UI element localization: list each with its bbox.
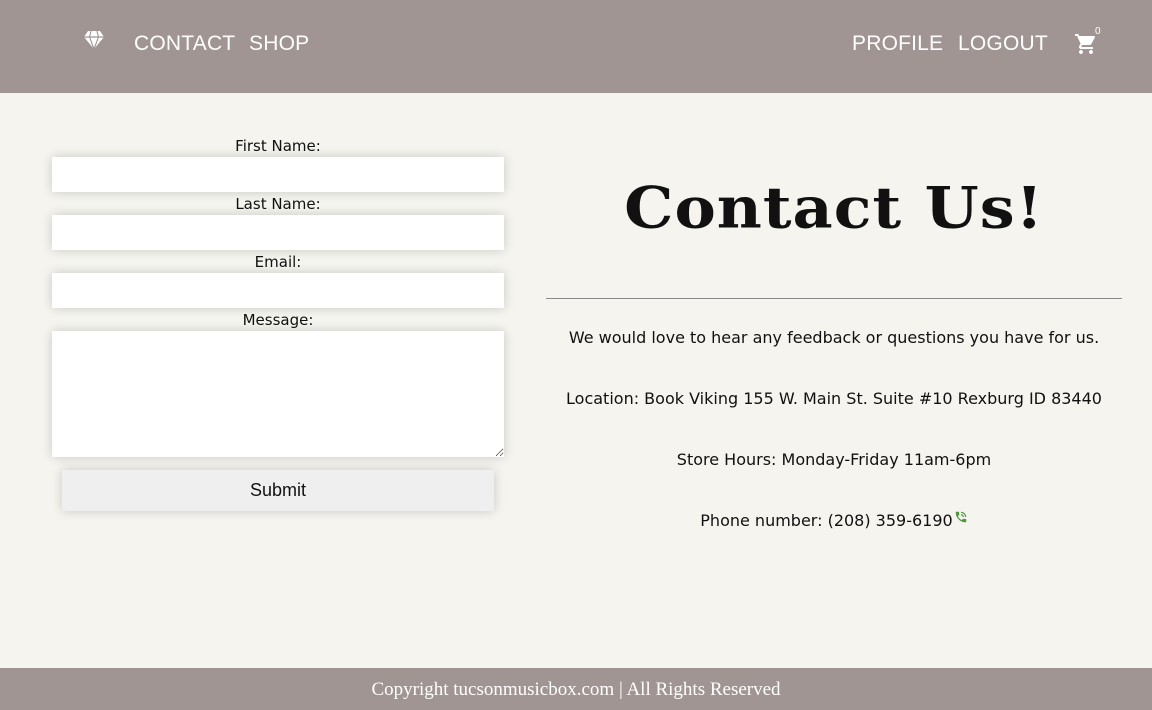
email-label: Email: — [254, 253, 302, 271]
message-textarea[interactable] — [52, 331, 504, 457]
submit-button[interactable]: Submit — [62, 470, 494, 511]
top-navbar: CONTACT SHOP PROFILE LOGOUT 0 — [0, 0, 1152, 93]
page-footer: Copyright tucsonmusicbox.com | All Right… — [0, 668, 1152, 710]
diamond-icon[interactable] — [83, 30, 105, 50]
divider — [546, 298, 1122, 299]
phone-number-text: Phone number: (208) 359-6190 — [700, 511, 953, 530]
email-input[interactable] — [52, 273, 504, 308]
phone-number-row: Phone number: (208) 359-6190 — [546, 510, 1122, 532]
last-name-input[interactable] — [52, 215, 504, 250]
contact-info-section: Contact Us! — [546, 170, 1122, 246]
contact-form: First Name: Last Name: Email: Message: — [52, 134, 504, 457]
cart-count-badge: 0 — [1095, 26, 1101, 37]
nav-link-logout[interactable]: LOGOUT — [958, 31, 1048, 56]
first-name-label: First Name: — [235, 137, 321, 155]
feedback-intro-text: We would love to hear any feedback or qu… — [568, 328, 1100, 347]
nav-link-shop[interactable]: SHOP — [249, 31, 309, 56]
page-title: Contact Us! — [624, 173, 1044, 242]
nav-link-profile[interactable]: PROFILE — [852, 31, 943, 56]
location-text: Location: Book Viking 155 W. Main St. Su… — [566, 389, 1102, 408]
store-hours-text: Store Hours: Monday-Friday 11am-6pm — [676, 450, 992, 469]
phone-icon — [955, 511, 966, 523]
first-name-input[interactable] — [52, 157, 504, 192]
message-label: Message: — [242, 311, 314, 329]
nav-link-contact[interactable]: CONTACT — [134, 31, 235, 56]
copyright-text: Copyright tucsonmusicbox.com | All Right… — [371, 679, 781, 700]
last-name-label: Last Name: — [235, 195, 321, 213]
